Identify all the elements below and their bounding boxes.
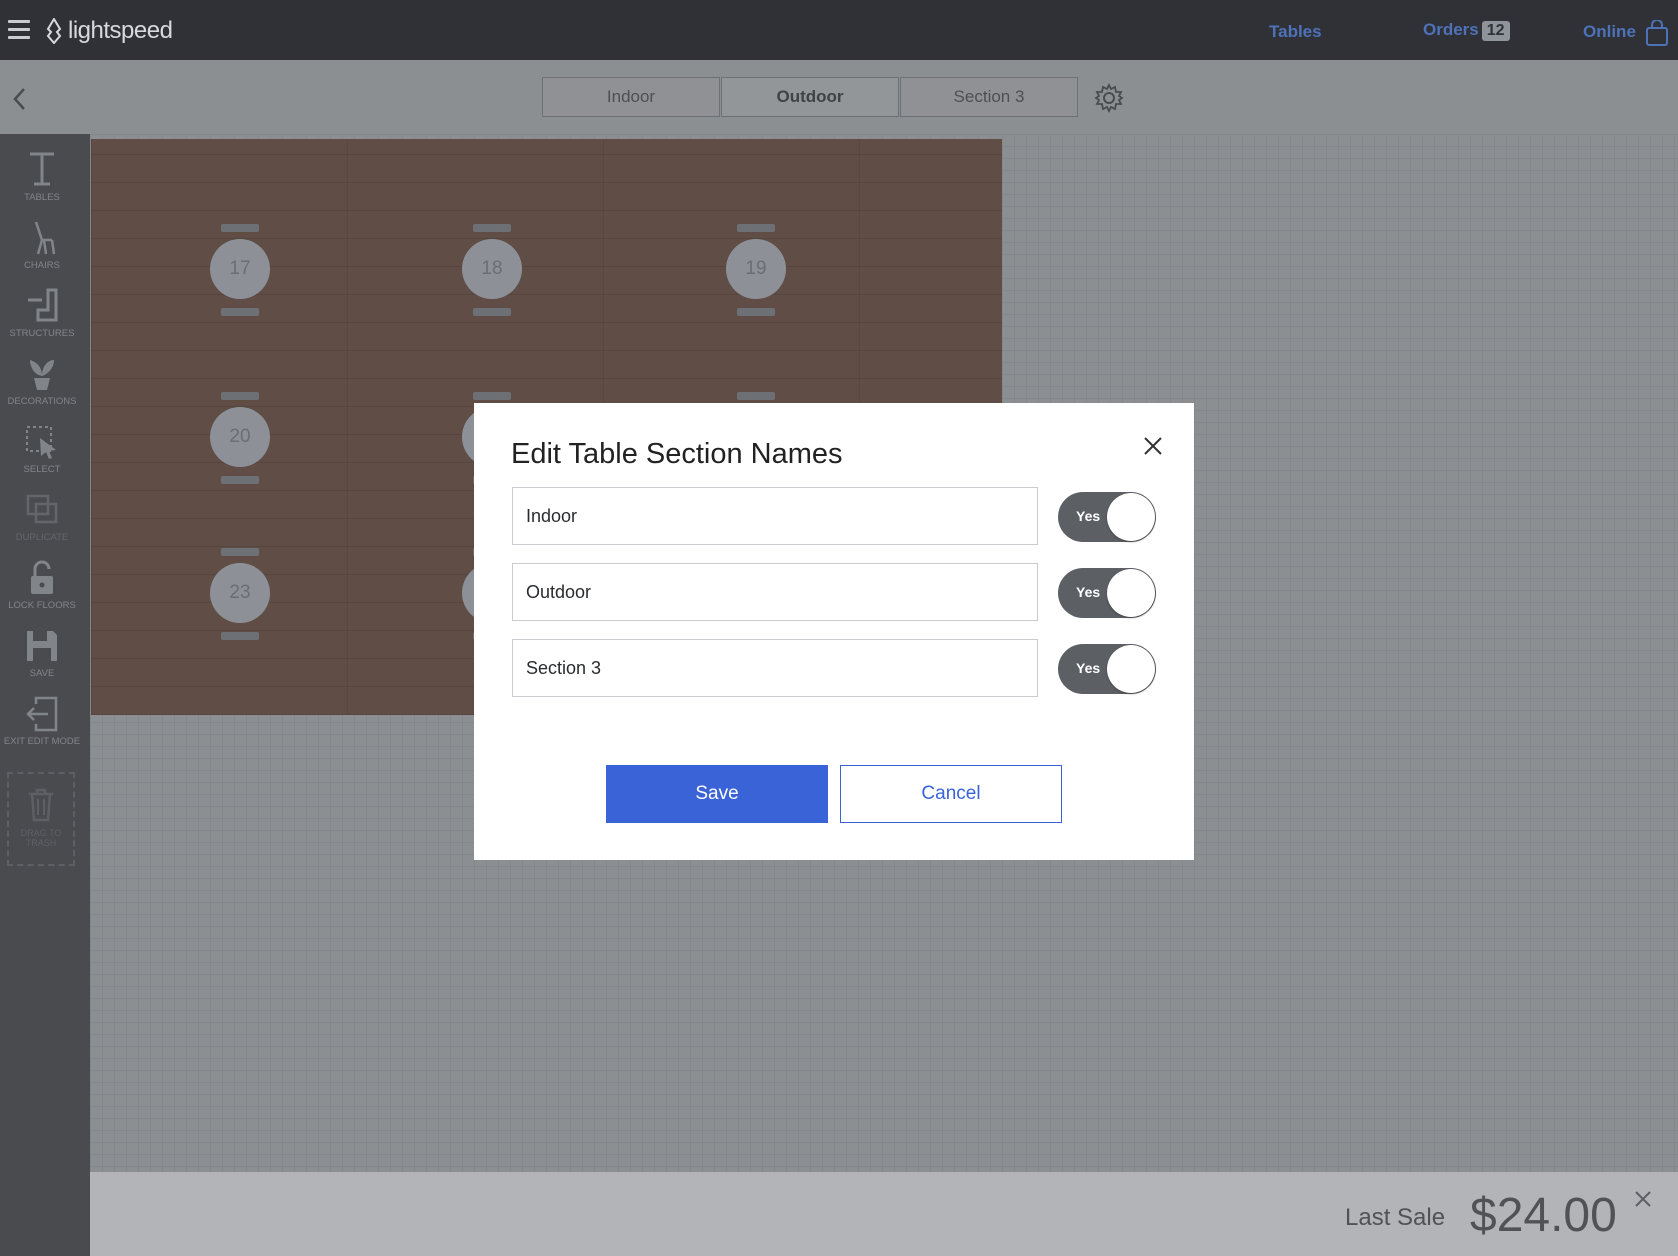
- close-icon[interactable]: [1142, 435, 1164, 457]
- menu-icon[interactable]: [8, 20, 30, 39]
- nav-orders[interactable]: Orders 12: [1423, 20, 1510, 41]
- toggle-label: Yes: [1076, 660, 1101, 676]
- brand-logo: lightspeed: [44, 17, 173, 44]
- nav-online[interactable]: Online: [1583, 22, 1636, 42]
- toggle-label: Yes: [1076, 584, 1101, 600]
- section-enabled-toggle[interactable]: Yes: [1058, 568, 1156, 618]
- section-name-field-section-3[interactable]: [512, 639, 1038, 697]
- shopping-bag-icon[interactable]: [1645, 20, 1669, 46]
- section-enabled-toggle[interactable]: Yes: [1058, 492, 1156, 542]
- edit-sections-dialog: Edit Table Section Names Yes Yes Yes Sav…: [474, 403, 1194, 860]
- brand-name: lightspeed: [68, 17, 173, 44]
- lightspeed-flame-icon: [46, 18, 62, 44]
- toggle-label: Yes: [1076, 508, 1101, 524]
- section-enabled-toggle[interactable]: Yes: [1058, 644, 1156, 694]
- cancel-button[interactable]: Cancel: [840, 765, 1062, 823]
- section-name-field-indoor[interactable]: [512, 487, 1038, 545]
- nav-orders-label: Orders: [1423, 20, 1479, 39]
- orders-count-badge: 12: [1481, 21, 1510, 41]
- nav-tables[interactable]: Tables: [1269, 22, 1322, 42]
- dialog-title: Edit Table Section Names: [511, 438, 843, 470]
- save-button[interactable]: Save: [606, 765, 828, 823]
- section-name-field-outdoor[interactable]: [512, 563, 1038, 621]
- top-bar: lightspeed Tables Orders 12 Online: [0, 0, 1678, 60]
